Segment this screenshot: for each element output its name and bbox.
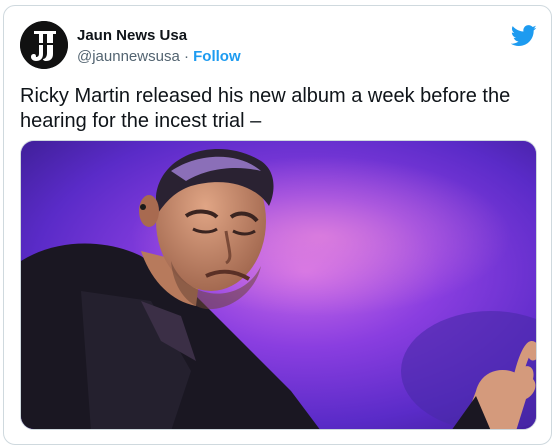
author-avatar[interactable] xyxy=(20,21,68,69)
tweet-card[interactable]: Jaun News Usa @jaunnewsusa · Follow Rick… xyxy=(3,5,552,445)
author-handle-row: @jaunnewsusa · Follow xyxy=(77,48,241,65)
author-handle[interactable]: @jaunnewsusa xyxy=(77,48,180,65)
separator-dot: · xyxy=(183,48,189,65)
performer-photo xyxy=(21,141,536,429)
follow-button[interactable]: Follow xyxy=(193,48,241,65)
tweet-photo[interactable] xyxy=(20,140,537,430)
twitter-bird-icon[interactable] xyxy=(511,25,537,47)
tweet-text: Ricky Martin released his new album a we… xyxy=(20,85,511,132)
jj-monogram-logo xyxy=(20,21,68,69)
author-name[interactable]: Jaun News Usa xyxy=(77,27,187,44)
